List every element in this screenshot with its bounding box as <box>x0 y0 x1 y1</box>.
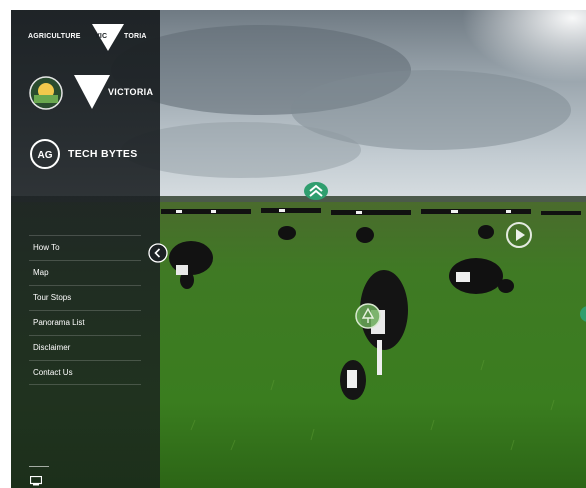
logo-text-agriculture: AGRICULTURE <box>28 33 81 40</box>
state-seal-icon <box>29 76 63 110</box>
chevron-left-icon[interactable] <box>148 243 168 263</box>
monitor-icon[interactable] <box>30 476 42 486</box>
tour-viewport: AGRICULTURE VIC TORIA VICTORIA AG TECH B… <box>11 10 586 488</box>
menu-item-tour-stops[interactable]: Tour Stops <box>29 285 141 310</box>
menu-item-contact-us[interactable]: Contact Us <box>29 360 141 385</box>
main-menu: How To Map Tour Stops Panorama List Disc… <box>29 235 141 385</box>
victoria-triangle-large-icon <box>74 75 110 109</box>
logo-text-toria: TORIA <box>124 33 147 40</box>
sidebar-divider <box>29 466 49 467</box>
victoria-government-logo: VICTORIA <box>28 73 153 113</box>
ag-tech-bytes-logo: AG TECH BYTES <box>28 138 146 170</box>
victoria-wordmark: VICTORIA <box>108 87 154 97</box>
ag-badge-text: AG <box>38 150 53 161</box>
tech-bytes-text: TECH BYTES <box>68 148 138 160</box>
sidebar: AGRICULTURE VIC TORIA VICTORIA AG TECH B… <box>11 10 160 488</box>
info-hotspot-icon[interactable] <box>354 302 382 330</box>
ag-badge-icon: AG <box>30 139 60 169</box>
menu-item-disclaimer[interactable]: Disclaimer <box>29 335 141 360</box>
menu-item-panorama-list[interactable]: Panorama List <box>29 310 141 335</box>
double-chevron-up-icon[interactable] <box>303 181 329 201</box>
logo-text-vic: VIC <box>95 33 108 40</box>
menu-item-how-to[interactable]: How To <box>29 235 141 260</box>
agriculture-victoria-logo: AGRICULTURE VIC TORIA <box>28 22 146 52</box>
menu-item-map[interactable]: Map <box>29 260 141 285</box>
play-icon[interactable] <box>505 221 533 249</box>
